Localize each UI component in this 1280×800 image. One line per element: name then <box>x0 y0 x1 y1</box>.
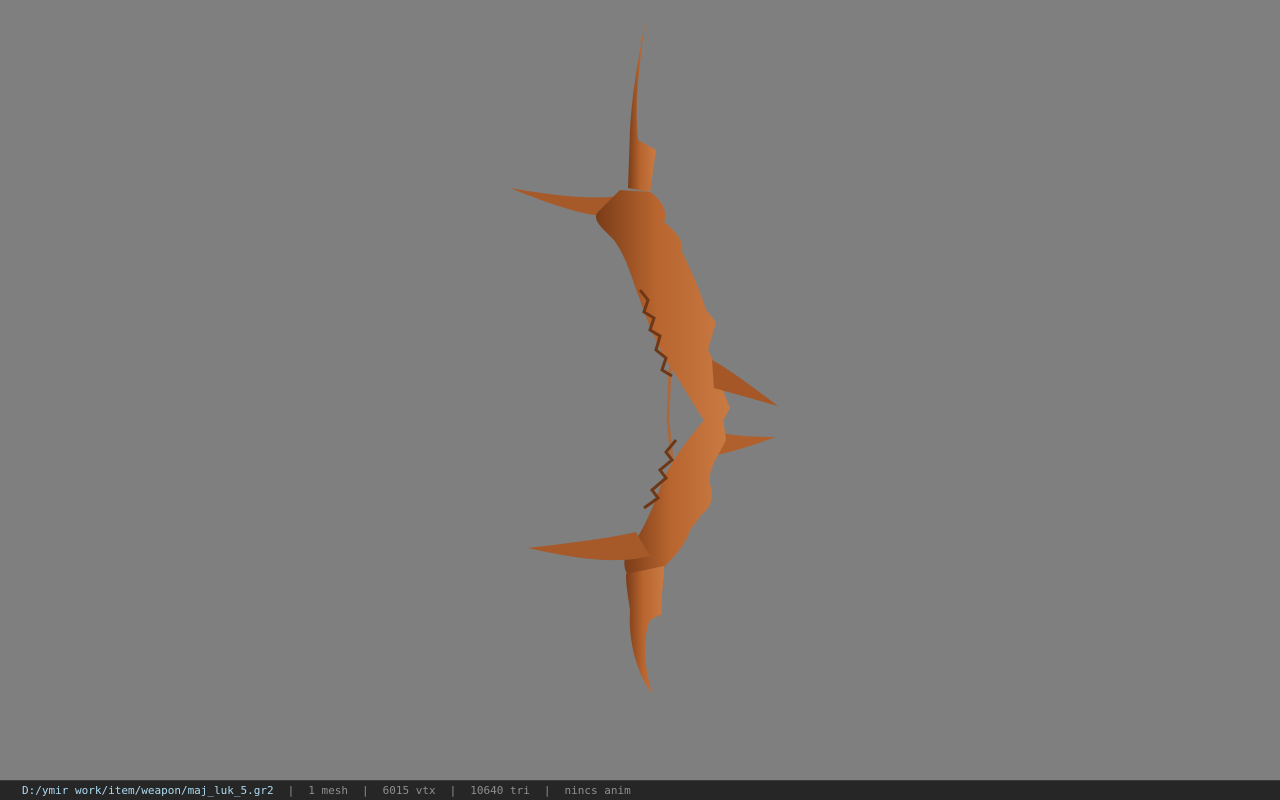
status-bar: D:/ymir work/item/weapon/maj_luk_5.gr2 |… <box>0 780 1280 800</box>
file-path: D:/ymir work/item/weapon/maj_luk_5.gr2 <box>22 784 274 797</box>
lower-claw <box>528 532 650 561</box>
bow-model[interactable] <box>0 0 1280 780</box>
separator: | <box>362 784 369 797</box>
mesh-count: 1 mesh <box>308 784 349 797</box>
lower-limb-tip <box>626 566 664 694</box>
vertex-count: 6015 vtx <box>382 784 436 797</box>
3d-viewport[interactable] <box>0 0 1280 780</box>
separator: | <box>543 784 551 797</box>
triangle-count: 10640 tri <box>470 784 530 797</box>
separator: | <box>449 784 457 797</box>
separator: | <box>287 784 295 797</box>
upper-limb-tip <box>628 18 656 192</box>
animation-status: nincs anim <box>564 784 631 797</box>
upper-limb <box>595 190 730 430</box>
